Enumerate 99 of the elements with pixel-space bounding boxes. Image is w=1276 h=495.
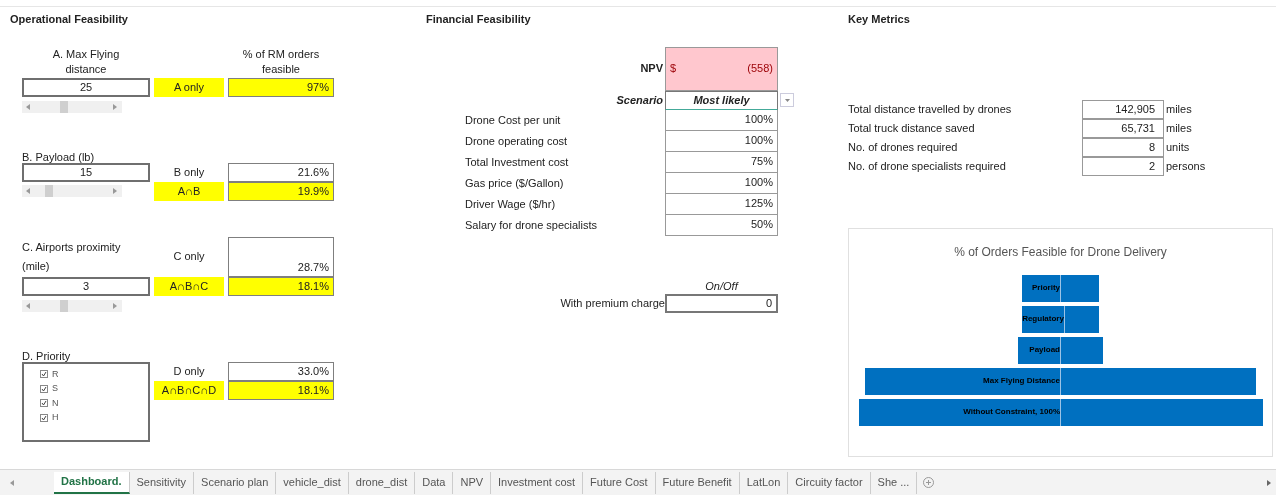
- scrollbar[interactable]: [22, 100, 122, 113]
- right-arrow-icon[interactable]: [113, 188, 118, 194]
- row-label: A∩B∩C: [154, 276, 224, 296]
- column-header: A. Max Flying distance: [51, 46, 121, 77]
- sheet-tab[interactable]: Future Benefit: [655, 471, 740, 494]
- sheet-tab[interactable]: She ...: [870, 471, 918, 494]
- left-arrow-icon[interactable]: [26, 188, 31, 194]
- row-label: A∩B∩C∩D: [154, 380, 224, 400]
- value-field[interactable]: 25: [22, 77, 150, 97]
- metric-value: 65,731: [1082, 118, 1164, 138]
- factor-label: Salary for drone specialists: [465, 217, 599, 233]
- factor-label: Driver Wage ($/hr): [465, 196, 557, 212]
- caret-icon: [784, 98, 790, 102]
- metric-label: No. of drones required: [848, 139, 959, 155]
- option-label: H: [52, 411, 59, 424]
- left-arrow-icon[interactable]: [26, 103, 31, 110]
- bar-label: Priority: [1032, 282, 1060, 294]
- add-sheet-icon[interactable]: [923, 477, 935, 488]
- factor-value[interactable]: 75%: [665, 151, 778, 173]
- section-title: Financial Feasibility: [425, 12, 532, 27]
- scrollbar[interactable]: [22, 185, 122, 197]
- factor-label: Gas price ($/Gallon): [465, 175, 565, 191]
- metric-unit: persons: [1165, 158, 1206, 174]
- option-label: R: [52, 367, 59, 381]
- metric-value: 2: [1082, 156, 1164, 176]
- option-label: S: [52, 382, 58, 395]
- metric-label: No. of drone specialists required: [848, 158, 1007, 174]
- factor-label: Total Investment cost: [465, 154, 570, 170]
- value-field[interactable]: 15: [22, 162, 150, 182]
- column-header: On/Off: [704, 278, 740, 294]
- constraint-label: D. Priority: [22, 348, 72, 362]
- metric-unit: units: [1165, 139, 1190, 155]
- bar-label: Max Flying Distance: [983, 375, 1060, 387]
- right-arrow-icon[interactable]: [113, 302, 118, 309]
- metric-value: 8: [1082, 137, 1164, 157]
- factor-value[interactable]: 100%: [665, 130, 778, 152]
- premium-field[interactable]: 0: [665, 294, 778, 313]
- sheet-tab[interactable]: Future Cost: [583, 471, 656, 494]
- checkbox[interactable]: [40, 384, 48, 393]
- scroll-thumb[interactable]: [60, 100, 69, 113]
- metric-label: Total truck distance saved: [848, 120, 976, 136]
- result-cell: 33.0%: [228, 361, 334, 381]
- chart-title: % of Orders Feasible for Drone Delivery: [954, 243, 1167, 261]
- constraint-label: B. Payload (lb): [22, 149, 96, 163]
- section-title: Key Metrics: [848, 12, 911, 27]
- checkbox[interactable]: [40, 370, 48, 379]
- sheet-tab[interactable]: Circuity factor: [788, 471, 871, 494]
- metric-label: Total distance travelled by drones: [848, 101, 1013, 117]
- section-title: Operational Feasibility: [10, 12, 129, 27]
- right-arrow-icon[interactable]: [113, 103, 118, 110]
- factor-label: Drone operating cost: [465, 133, 569, 149]
- npv-value: (558): [747, 61, 773, 77]
- row-label: A only: [154, 77, 224, 97]
- row-label: C only: [172, 249, 206, 265]
- sheet-tab[interactable]: vehicle_dist: [276, 471, 349, 494]
- scrollbar[interactable]: [22, 299, 122, 312]
- scroll-right-icon[interactable]: [1267, 479, 1271, 486]
- factor-value[interactable]: 100%: [665, 172, 778, 194]
- constraint-label: C. Airports proximity (mile): [22, 239, 122, 274]
- value-field[interactable]: 3: [22, 276, 150, 296]
- left-arrow-icon[interactable]: [26, 302, 31, 309]
- scroll-left-icon[interactable]: [10, 479, 14, 486]
- metric-unit: miles: [1165, 120, 1192, 136]
- result-cell: 21.6%: [228, 162, 334, 182]
- factor-value[interactable]: 125%: [665, 193, 778, 215]
- sheet-tab[interactable]: Data: [415, 471, 454, 494]
- priority-list[interactable]: R S N H: [22, 361, 150, 442]
- bar-label: Without Constraint, 100%: [963, 406, 1060, 418]
- checkbox[interactable]: [40, 413, 48, 422]
- sheet-tab[interactable]: drone_dist: [348, 471, 416, 494]
- dropdown-button[interactable]: [780, 93, 794, 107]
- sheet-tab[interactable]: NPV: [453, 471, 492, 494]
- scroll-thumb[interactable]: [60, 299, 69, 312]
- sheet-tab[interactable]: Scenario plan: [194, 471, 277, 494]
- sheet-tab[interactable]: Investment cost: [491, 471, 584, 494]
- result-cell: 28.7%: [228, 236, 334, 277]
- option-label: N: [52, 396, 59, 410]
- currency-sign: $: [670, 61, 677, 77]
- bar-label: Regulatory: [1022, 313, 1064, 325]
- row-label: D only: [172, 363, 206, 379]
- sheet-tab[interactable]: LatLon: [739, 471, 789, 494]
- row-label: A∩B: [154, 181, 224, 201]
- row-label: B only: [172, 164, 206, 180]
- sheet-tab[interactable]: Sensitivity: [129, 471, 195, 494]
- npv-label: NPV: [639, 61, 664, 77]
- column-header: % of RM orders feasible: [241, 46, 321, 77]
- premium-label: With premium charge: [559, 296, 665, 312]
- checkbox[interactable]: [40, 399, 48, 408]
- factor-value[interactable]: 50%: [665, 214, 778, 236]
- factor-label: Drone Cost per unit: [465, 112, 562, 128]
- metric-value: 142,905: [1082, 99, 1164, 119]
- scenario-label: Scenario: [615, 92, 664, 108]
- scenario-dropdown[interactable]: Most likely: [665, 90, 778, 110]
- bar-label: Payload: [1029, 344, 1060, 356]
- scroll-thumb[interactable]: [45, 185, 54, 197]
- metric-unit: miles: [1165, 101, 1192, 117]
- sheet-tab[interactable]: Dashboard.: [54, 471, 130, 494]
- result-cell: 97%: [228, 77, 334, 97]
- factor-value[interactable]: 100%: [665, 109, 778, 131]
